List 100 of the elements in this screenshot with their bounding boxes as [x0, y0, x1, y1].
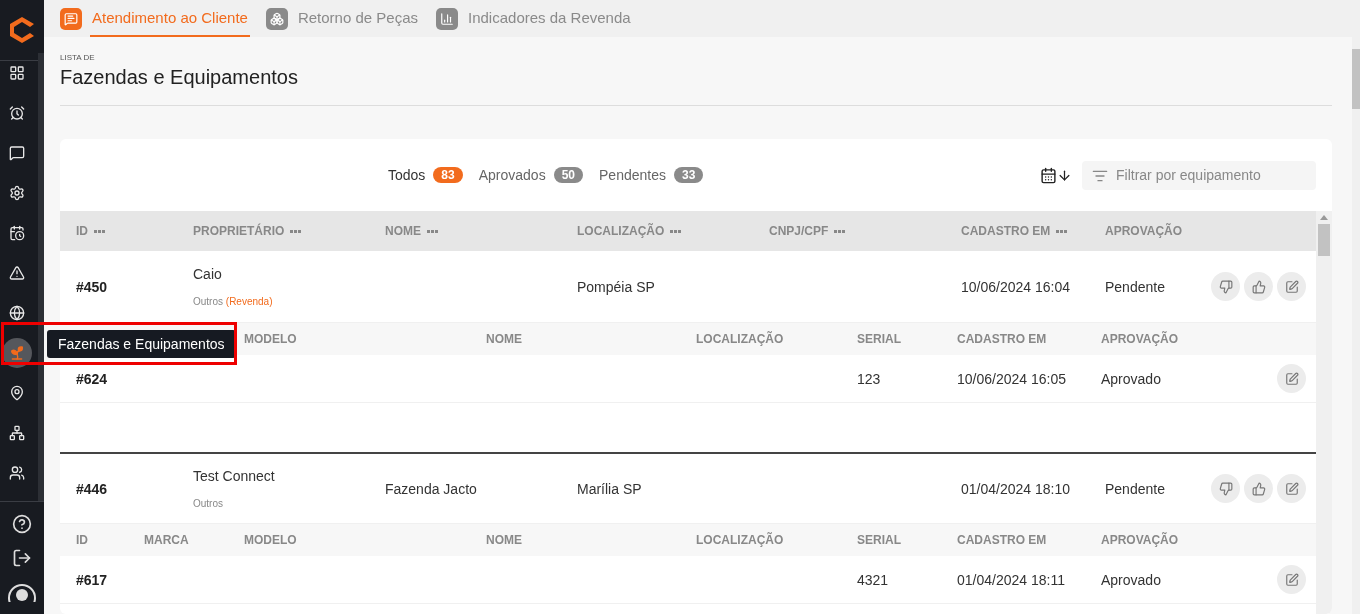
table-cell-text: Aprovado [1101, 370, 1162, 387]
search-field[interactable]: Filtrar por equipamento [1082, 160, 1316, 190]
column-header: MARCA [144, 533, 190, 547]
chat-icon [9, 145, 25, 161]
thumbs-up-button[interactable] [1244, 474, 1273, 503]
filter-tab[interactable]: Pendentes 33 [599, 167, 704, 183]
logout-icon[interactable] [12, 548, 32, 568]
tab[interactable]: Indicadores da Revenda [466, 0, 633, 37]
column-header: MODELO [244, 533, 298, 547]
edit-button[interactable] [1277, 364, 1306, 393]
table-cell-text: #446 [76, 480, 109, 497]
scroll-up-arrow-icon[interactable] [1320, 215, 1328, 220]
table-cell-text: Test Connect [193, 468, 276, 484]
page-title: Fazendas e Equipamentos [60, 66, 1332, 106]
edit-button[interactable] [1277, 565, 1306, 594]
edit-icon [1284, 481, 1299, 496]
thumbs-up-icon [1251, 279, 1266, 294]
thumbs-down-icon [1218, 279, 1233, 294]
calendar-icon [9, 225, 25, 241]
table-cell-text: #450 [76, 278, 109, 295]
filter-tab[interactable]: Todos 83 [388, 167, 463, 183]
thumbs-down-button[interactable] [1211, 272, 1240, 301]
profile-avatar-icon[interactable] [7, 582, 37, 602]
menu-dots-icon[interactable] [427, 229, 438, 233]
scrollbar[interactable] [1316, 211, 1332, 614]
column-header: APROVAÇÃO [1101, 533, 1180, 547]
edit-button[interactable] [1277, 272, 1306, 301]
count-badge: 33 [673, 167, 704, 183]
map-pin-icon [9, 385, 25, 401]
grid-icon [9, 65, 25, 81]
table-cell-text: #617 [76, 571, 109, 588]
column-header: NOME [486, 332, 523, 346]
bar-chart-icon [436, 7, 458, 30]
date-sort-button[interactable] [1040, 166, 1072, 184]
network-icon [9, 425, 25, 441]
edit-icon [1284, 371, 1299, 386]
table-cell-text: Caio [193, 266, 223, 282]
tab[interactable]: Atendimento ao Cliente [90, 0, 250, 37]
table-cell-text: 123 [857, 370, 882, 387]
column-header[interactable]: NOME [385, 224, 421, 238]
table-cell-text: 01/04/2024 18:10 [961, 480, 1071, 497]
column-header[interactable]: CNPJ/CPF [769, 224, 829, 238]
column-header: LOCALIZAÇÃO [696, 332, 785, 346]
count-badge: 50 [553, 167, 583, 183]
table-cell-text: #624 [76, 370, 109, 387]
thumbs-up-button[interactable] [1244, 272, 1273, 301]
edit-button[interactable] [1277, 474, 1306, 503]
menu-dots-icon[interactable] [94, 229, 105, 233]
help-icon[interactable] [12, 514, 32, 534]
tab[interactable]: Retorno de Peças [295, 0, 420, 37]
table-cell-text: Aprovado [1101, 571, 1162, 588]
thumbs-down-icon [1218, 481, 1233, 496]
tooltip: Fazendas e Equipamentos [47, 330, 236, 358]
table-cell-text: 10/06/2024 16:05 [957, 370, 1067, 387]
calendar-icon [1040, 166, 1057, 184]
users-icon [9, 465, 25, 481]
column-header: SERIAL [857, 533, 902, 547]
page-overline: LISTA DE [60, 53, 96, 62]
globe-icon [9, 305, 25, 321]
column-header: ID [76, 533, 89, 547]
warning-icon [9, 265, 25, 281]
scrollbar-thumb[interactable] [1352, 49, 1360, 109]
table-cell-text: 01/04/2024 18:11 [957, 571, 1066, 588]
column-header: MODELO [244, 332, 298, 346]
column-header: CADASTRO EM [957, 533, 1048, 547]
column-header[interactable]: PROPRIETÁRIO [193, 224, 285, 238]
thumbs-up-icon [1251, 481, 1266, 496]
column-header: SERIAL [857, 332, 902, 346]
menu-dots-icon[interactable] [290, 229, 302, 233]
column-header: CADASTRO EM [957, 332, 1048, 346]
menu-dots-icon[interactable] [1056, 229, 1068, 233]
menu-dots-icon[interactable] [670, 229, 682, 233]
edit-icon [1284, 279, 1299, 294]
owner-type: Outros [193, 498, 224, 509]
alarm-icon [9, 105, 25, 121]
column-header: APROVAÇÃO [1101, 332, 1180, 346]
table-cell-text: Pendente [1105, 480, 1166, 497]
thumbs-down-button[interactable] [1211, 474, 1240, 503]
sprout-icon [9, 345, 25, 361]
column-header[interactable]: CADASTRO EM [961, 224, 1051, 238]
column-header[interactable]: LOCALIZAÇÃO [577, 224, 665, 238]
table-cell-text: Marília SP [577, 480, 643, 497]
count-badge: 83 [433, 167, 463, 183]
arrow-down-icon [1057, 167, 1072, 183]
column-header[interactable]: ID [76, 224, 88, 238]
column-header: LOCALIZAÇÃO [696, 533, 785, 547]
edit-icon [1284, 572, 1299, 587]
table-cell-text: Fazenda Jacto [385, 480, 478, 497]
table-cell-text: Pompéia SP [577, 278, 656, 295]
filter-tab[interactable]: Aprovados 50 [478, 167, 583, 183]
table-cell-text: Pendente [1105, 278, 1166, 295]
settings-icon [9, 185, 25, 201]
boxes-icon [265, 7, 288, 30]
scrollbar-thumb[interactable] [1318, 224, 1330, 256]
menu-dots-icon[interactable] [834, 229, 846, 233]
column-header: NOME [486, 533, 523, 547]
table-cell-text: 4321 [857, 571, 890, 588]
page-scrollbar[interactable] [1352, 37, 1360, 614]
owner-type: Outros (Revenda) [193, 296, 274, 307]
column-header[interactable]: APROVAÇÃO [1105, 224, 1183, 238]
